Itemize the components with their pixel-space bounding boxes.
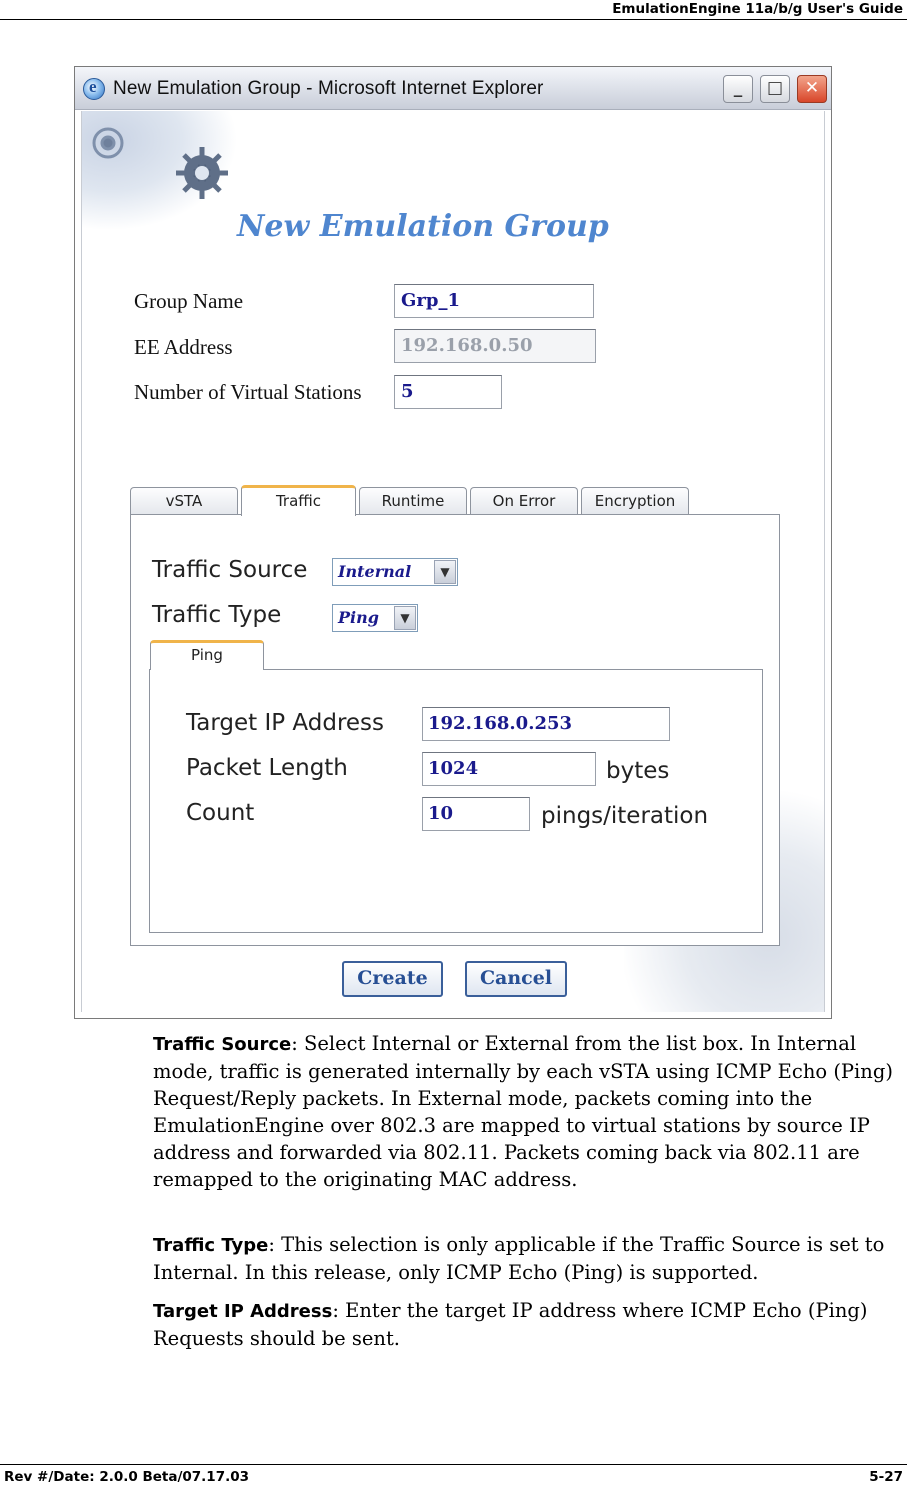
traffic-source-label: Traffic Source [152, 557, 308, 583]
target-ip-paragraph: Target IP Address: Enter the target IP a… [153, 1297, 905, 1352]
ee-address-label: EE Address [134, 335, 233, 359]
page-header: EmulationEngine 11a/b/g User's Guide [0, 0, 907, 20]
group-name-input[interactable]: Grp_1 [394, 284, 594, 318]
traffic-tab-panel: Traffic Source Internal ▼ Traffic Type P… [130, 514, 780, 946]
packet-length-input[interactable]: 1024 [422, 752, 596, 786]
count-input[interactable]: 10 [422, 797, 530, 831]
traffic-source-paragraph: Traffic Source: Select Internal or Exter… [153, 1030, 905, 1193]
ee-address-input: 192.168.0.50 [394, 329, 596, 363]
traffic-type-value: Ping [338, 608, 379, 627]
revision-date: Rev #/Date: 2.0.0 Beta/07.17.03 [4, 1469, 250, 1485]
page-footer: Rev #/Date: 2.0.0 Beta/07.17.03 5-27 [0, 1464, 907, 1489]
cancel-button[interactable]: Cancel [465, 961, 567, 997]
traffic-source-value: Internal [338, 562, 412, 581]
traffic-type-label: Traffic Type [152, 602, 282, 628]
num-stations-input[interactable]: 5 [394, 375, 502, 409]
create-button[interactable]: Create [342, 961, 443, 997]
tab-ping[interactable]: Ping [150, 640, 264, 670]
num-stations-label: Number of Virtual Stations [134, 380, 362, 404]
packet-length-label: Packet Length [186, 755, 348, 781]
close-button[interactable]: ✕ [797, 75, 827, 103]
internet-explorer-icon [83, 77, 105, 100]
traffic-type-select[interactable]: Ping ▼ [332, 604, 418, 632]
count-label: Count [186, 800, 255, 826]
tab-encryption[interactable]: Encryption [581, 487, 689, 515]
target-ip-input[interactable]: 192.168.0.253 [422, 707, 670, 741]
document-title: EmulationEngine 11a/b/g User's Guide [612, 1, 903, 17]
tab-runtime[interactable]: Runtime [359, 487, 467, 515]
traffic-type-paragraph: Traffic Type: This selection is only app… [153, 1231, 905, 1286]
maximize-button[interactable]: □ [760, 75, 790, 103]
tab-traffic[interactable]: Traffic [241, 485, 356, 516]
paragraph-term: Traffic Source [153, 1034, 292, 1055]
gear-decoration-icon [82, 111, 238, 231]
page-heading: New Emulation Group [237, 209, 609, 244]
traffic-source-select[interactable]: Internal ▼ [332, 558, 458, 586]
minimize-button[interactable]: _ [723, 75, 753, 103]
ping-panel: Target IP Address 192.168.0.253 Packet L… [149, 669, 763, 933]
page-number: 5-27 [869, 1469, 903, 1485]
window-title: New Emulation Group - Microsoft Internet… [113, 78, 544, 99]
tab-vsta[interactable]: vSTA [130, 487, 238, 515]
browser-window: New Emulation Group - Microsoft Internet… [74, 66, 832, 1019]
paragraph-text: : Select Internal or External from the l… [153, 1032, 893, 1191]
target-ip-label: Target IP Address [186, 710, 385, 736]
chevron-down-icon[interactable]: ▼ [434, 560, 456, 584]
paragraph-term: Target IP Address [153, 1301, 333, 1322]
window-titlebar[interactable]: New Emulation Group - Microsoft Internet… [75, 67, 831, 110]
chevron-down-icon[interactable]: ▼ [394, 606, 416, 630]
page-content: New Emulation Group Group Name Grp_1 EE … [81, 111, 825, 1012]
count-unit: pings/iteration [541, 803, 709, 829]
packet-length-unit: bytes [606, 758, 670, 784]
group-name-label: Group Name [134, 289, 244, 313]
paragraph-term: Traffic Type [153, 1235, 269, 1256]
tab-on-error[interactable]: On Error [470, 487, 578, 515]
